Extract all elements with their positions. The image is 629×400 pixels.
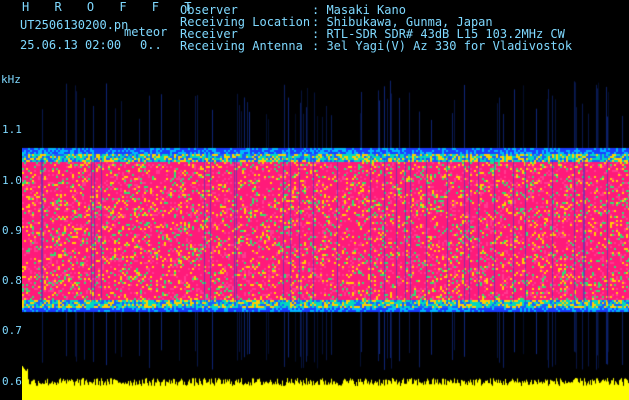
brand-title: H R O F F T (22, 0, 201, 14)
file-name: UT2506130200.pn (20, 18, 129, 32)
spectrogram (22, 80, 629, 400)
meteor-label: meteor (124, 25, 168, 39)
y-tick-label: 1.1 (2, 123, 22, 136)
datetime: 25.06.13 02:00 (20, 38, 122, 52)
meteor-count: 0.. (140, 38, 162, 52)
y-tick-label: 0.9 (2, 224, 22, 237)
antenna-label: Receiving Antenna (180, 39, 303, 53)
y-unit-label: kHz (1, 73, 21, 86)
y-tick-label: 0.7 (2, 324, 22, 337)
y-tick-label: 1.0 (2, 174, 22, 187)
antenna-value: : 3el Yagi(V) Az 330 for Vladivostok (312, 39, 573, 53)
y-tick-label: 0.8 (2, 274, 22, 287)
y-tick-label: 0.6 (2, 375, 22, 388)
